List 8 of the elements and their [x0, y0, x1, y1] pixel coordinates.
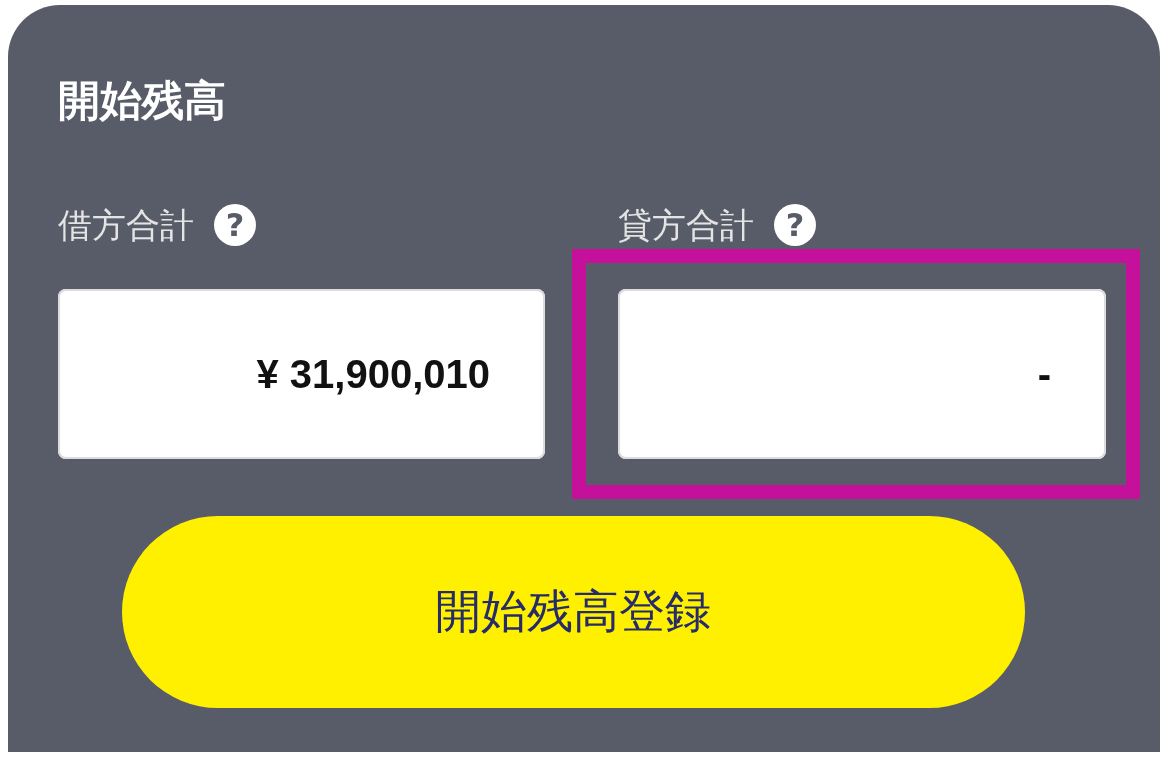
- total-label: 借方合計: [58, 204, 194, 247]
- help-icon[interactable]: ?: [774, 204, 816, 246]
- help-icon[interactable]: ?: [214, 204, 256, 246]
- register-button[interactable]: 開始残高登録: [121, 516, 1025, 708]
- total-field: -: [618, 289, 1106, 459]
- total-field: ¥ 31,900,010: [58, 289, 545, 459]
- total-label: 貸方合計: [618, 204, 754, 247]
- card-title: 開始残高: [58, 75, 226, 127]
